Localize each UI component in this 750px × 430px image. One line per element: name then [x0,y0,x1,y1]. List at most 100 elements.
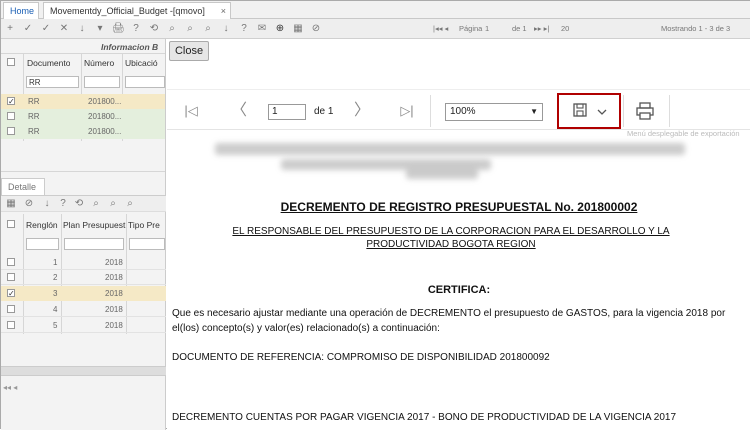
mail-icon[interactable]: ✉ [256,23,268,35]
help-icon[interactable]: ? [130,23,142,35]
next-last-page-icon[interactable]: ▸▸ ▸| [534,24,549,33]
document-reference: DOCUMENTO DE REFERENCIA: COMPROMISO DE D… [172,352,550,363]
filter-ubicacion-input[interactable] [125,76,165,88]
check-icon[interactable]: ✓ [22,23,34,35]
cell-renglon: 3 [53,289,58,298]
cell-plan: 2018 [105,273,123,282]
advanced-search-icon[interactable]: ⌕ [202,23,214,35]
zoom-select[interactable]: 100% ▼ [445,103,543,121]
export-icon[interactable]: ↓ [220,23,232,35]
row-checkbox[interactable]: ✓ [7,289,15,298]
divider [430,95,431,127]
table-row[interactable]: RR 201800... [1,124,165,139]
table-row[interactable]: 1 2018 [1,255,166,270]
cell-numero: 201800... [88,112,122,121]
print-icon[interactable]: 🖨 [112,23,125,35]
search-icon[interactable]: ⌕ [166,23,178,35]
table-row[interactable]: RR 201800... [1,109,165,124]
table-row[interactable]: ✓ 3 2018 [1,286,166,301]
delete-icon[interactable]: ✕ [58,23,70,35]
horizontal-scrollbar[interactable] [1,366,166,376]
page-number-input[interactable]: 1 [485,24,489,33]
cell-numero: 201800... [88,97,122,106]
printer-icon [636,102,654,120]
column-header-ubicacion[interactable]: Ubicació [125,58,165,68]
download-icon[interactable]: ↓ [76,23,88,35]
cell-renglon: 2 [53,273,58,282]
first-prev-page-icon[interactable]: |◂◂ ◂ [433,24,448,33]
tab-home[interactable]: Home [3,2,39,19]
cell-plan: 2018 [105,321,123,330]
divider [167,89,750,90]
column-header-numero[interactable]: Número [84,58,114,68]
divider [1,171,165,172]
filter-plan-input[interactable] [64,238,124,250]
table-row[interactable]: 2 2018 [1,270,166,285]
filter-renglon-input[interactable] [26,238,59,250]
divider [1,53,165,54]
row-checkbox[interactable] [7,258,15,266]
export-dropdown-button[interactable] [557,93,621,129]
next-page-icon[interactable]: 〉 [353,102,371,120]
column-header-renglon[interactable]: Renglón [26,220,58,230]
filter-numero-input[interactable] [84,76,120,88]
select-all-checkbox[interactable] [7,58,15,66]
advanced-search-icon[interactable]: ⌕ [124,198,136,210]
block-icon[interactable]: ⊘ [23,198,35,210]
column-header-tipo[interactable]: Tipo Pre [128,220,166,230]
tab-movement-budget[interactable]: Movementdy_Official_Budget -[qmovo] × [43,2,231,19]
row-checkbox[interactable] [7,273,15,281]
cell-documento: RR [28,112,40,121]
download-icon[interactable]: ↓ [41,198,53,210]
column-header-documento[interactable]: Documento [27,58,70,68]
certifica-heading: CERTIFICA: [427,284,491,296]
showing-records-label: Mostrando 1 - 3 de 3 [661,24,731,33]
tab-detalle[interactable]: Detalle [1,178,45,195]
pagination-arrows-icon[interactable]: ◂◂ ◂ [3,383,17,392]
help-icon[interactable]: ? [57,198,69,210]
tab-bar: Home Movementdy_Official_Budget -[qmovo]… [1,1,750,19]
select-all-checkbox[interactable] [7,220,15,228]
cell-renglon: 5 [53,321,58,330]
previous-page-icon[interactable]: 〈 [230,102,248,120]
table-row[interactable]: 4 2018 [1,302,166,317]
per-page-select[interactable]: 20 [561,24,569,33]
zoom-search-icon[interactable]: ⌕ [107,198,119,210]
row-checkbox[interactable] [7,112,15,120]
grid-icon[interactable]: ▦ [5,198,17,210]
filter-tipo-input[interactable] [129,238,165,250]
row-checkbox[interactable] [7,127,15,135]
filter-icon[interactable]: ▾ [94,23,106,35]
block-icon[interactable]: ⊘ [310,23,322,35]
page-label: Página [459,24,483,33]
refresh-icon[interactable]: ⟲ [148,23,160,35]
table-row[interactable]: 5 2018 [1,318,166,333]
info-icon[interactable]: ? [238,23,250,35]
add-circle-icon[interactable]: ⊕ [274,23,286,35]
print-button[interactable] [634,100,656,122]
blurred-header-line [215,143,685,155]
first-page-icon[interactable]: |◁ [182,102,200,120]
row-checkbox[interactable] [7,305,15,313]
column-header-plan[interactable]: Plan Presupuest [63,220,127,230]
grid-icon[interactable]: ▦ [292,23,304,35]
zoom-search-icon[interactable]: ⌕ [184,23,196,35]
row-checkbox[interactable]: ✓ [7,97,15,106]
approve-icon[interactable]: ✓ [40,23,52,35]
cell-plan: 2018 [105,305,123,314]
row-checkbox[interactable] [7,321,15,329]
cell-plan: 2018 [105,289,123,298]
refresh-icon[interactable]: ⟲ [73,198,85,210]
close-tab-icon[interactable]: × [221,3,226,19]
close-button[interactable]: Close [169,41,209,61]
page-count-label: de 1 [314,106,334,117]
cell-documento: RR [28,97,40,106]
search-icon[interactable]: ⌕ [90,198,102,210]
detail-grid: ▦ ⊘ ↓ ? ⟲ ⌕ ⌕ ⌕ Renglón Plan Presupuest … [1,195,166,430]
page-number-input[interactable]: 1 [268,104,306,120]
add-icon[interactable]: + [4,23,16,35]
table-row[interactable]: ✓ RR 201800... [1,94,165,109]
last-page-icon[interactable]: ▷| [398,102,416,120]
filter-documento-input[interactable]: RR [26,76,79,88]
zoom-value: 100% [450,106,476,117]
